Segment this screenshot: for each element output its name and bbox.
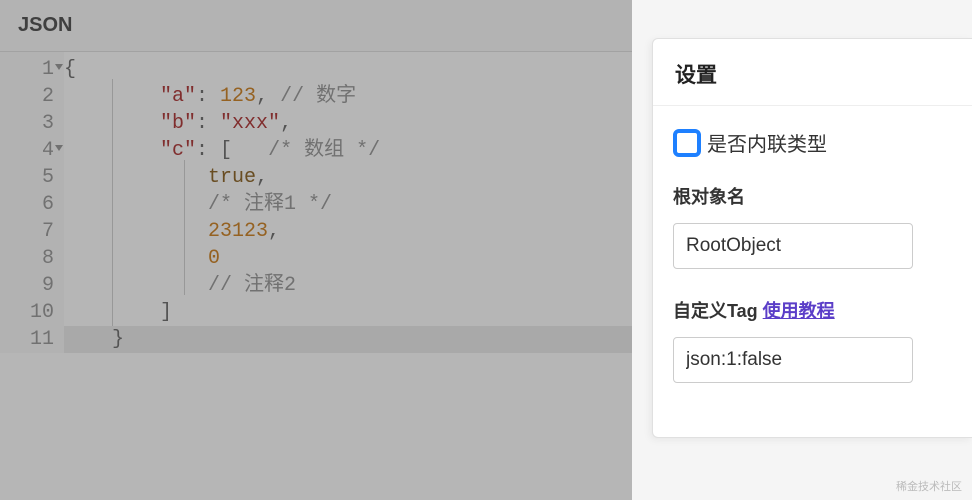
code-content[interactable]: { "a": 123, // 数字 "b": "xxx", "c": [ /* …: [64, 52, 632, 353]
code-line[interactable]: // 注释2: [64, 272, 632, 299]
watermark: 稀金技术社区: [896, 478, 962, 494]
token-num: 23123: [208, 220, 268, 243]
line-number: 11: [0, 326, 54, 353]
code-line[interactable]: /* 注释1 */: [64, 191, 632, 218]
root-name-label: 根对象名: [673, 183, 952, 209]
token-comment: /* 数组 */: [268, 139, 380, 162]
code-line[interactable]: true,: [64, 164, 632, 191]
settings-title: 设置: [675, 59, 950, 89]
token-ws: [64, 328, 112, 351]
token-comment: /* 注释1 */: [208, 193, 332, 216]
code-line[interactable]: ]: [64, 299, 632, 326]
token-key: "b": [160, 112, 196, 135]
token-ws: [64, 112, 160, 135]
settings-header: 设置: [653, 39, 972, 106]
inline-type-label: 是否内联类型: [707, 128, 827, 157]
code-line[interactable]: "b": "xxx",: [64, 110, 632, 137]
token-num: 123: [220, 85, 256, 108]
token-num: 0: [208, 247, 220, 270]
token-brace: {: [64, 58, 76, 81]
line-number: 2: [0, 83, 54, 110]
tag-label-prefix: 自定义Tag: [673, 301, 763, 321]
line-number: 3: [0, 110, 54, 137]
line-number: 1: [0, 56, 54, 83]
checkbox-icon[interactable]: [673, 129, 701, 157]
token-ws: [232, 139, 268, 162]
token-ws: [64, 220, 208, 243]
token-punc: ,: [268, 220, 280, 243]
token-ws: [64, 301, 160, 324]
custom-tag-label: 自定义Tag 使用教程: [673, 297, 952, 323]
code-line[interactable]: }: [64, 326, 632, 353]
settings-panel: 设置 是否内联类型 根对象名 自定义Tag 使用教程: [652, 38, 972, 438]
settings-body: 是否内联类型 根对象名 自定义Tag 使用教程: [653, 106, 972, 405]
editor-title: JSON: [18, 14, 72, 37]
inline-type-checkbox-row[interactable]: 是否内联类型: [673, 128, 952, 157]
editor-header: JSON: [0, 0, 632, 52]
token-punc: :: [196, 112, 220, 135]
token-ws: [64, 247, 208, 270]
token-str: "xxx": [220, 112, 280, 135]
code-line[interactable]: 23123,: [64, 218, 632, 245]
token-ws: [64, 193, 208, 216]
code-line[interactable]: "a": 123, // 数字: [64, 83, 632, 110]
token-brace: [: [220, 139, 232, 162]
line-number: 6: [0, 191, 54, 218]
line-number: 8: [0, 245, 54, 272]
custom-tag-input[interactable]: [673, 337, 913, 383]
token-ws: [64, 274, 208, 297]
code-line[interactable]: {: [64, 56, 632, 83]
token-ws: [64, 166, 208, 189]
line-number: 4: [0, 137, 54, 164]
editor-pane: JSON 1234567891011 { "a": 123, // 数字 "b"…: [0, 0, 632, 500]
line-number-gutter: 1234567891011: [0, 52, 64, 353]
code-line[interactable]: "c": [ /* 数组 */: [64, 137, 632, 164]
code-line[interactable]: 0: [64, 245, 632, 272]
line-number: 5: [0, 164, 54, 191]
token-ws: [64, 85, 160, 108]
line-number: 9: [0, 272, 54, 299]
token-key: "c": [160, 139, 196, 162]
token-punc: :: [196, 85, 220, 108]
line-number: 10: [0, 299, 54, 326]
token-bool: true: [208, 166, 256, 189]
fold-marker-icon[interactable]: [55, 145, 63, 151]
token-punc: ,: [280, 112, 292, 135]
line-number: 7: [0, 218, 54, 245]
fold-marker-icon[interactable]: [55, 64, 63, 70]
token-key: "a": [160, 85, 196, 108]
token-punc: :: [196, 139, 220, 162]
code-area[interactable]: 1234567891011 { "a": 123, // 数字 "b": "xx…: [0, 52, 632, 353]
token-punc: ,: [256, 166, 268, 189]
token-brace: }: [112, 328, 124, 351]
token-brace: ]: [160, 301, 172, 324]
root-name-input[interactable]: [673, 223, 913, 269]
token-punc: ,: [256, 85, 280, 108]
tutorial-link[interactable]: 使用教程: [763, 301, 835, 321]
token-comment: // 注释2: [208, 274, 296, 297]
token-comment: // 数字: [280, 85, 356, 108]
token-ws: [64, 139, 160, 162]
